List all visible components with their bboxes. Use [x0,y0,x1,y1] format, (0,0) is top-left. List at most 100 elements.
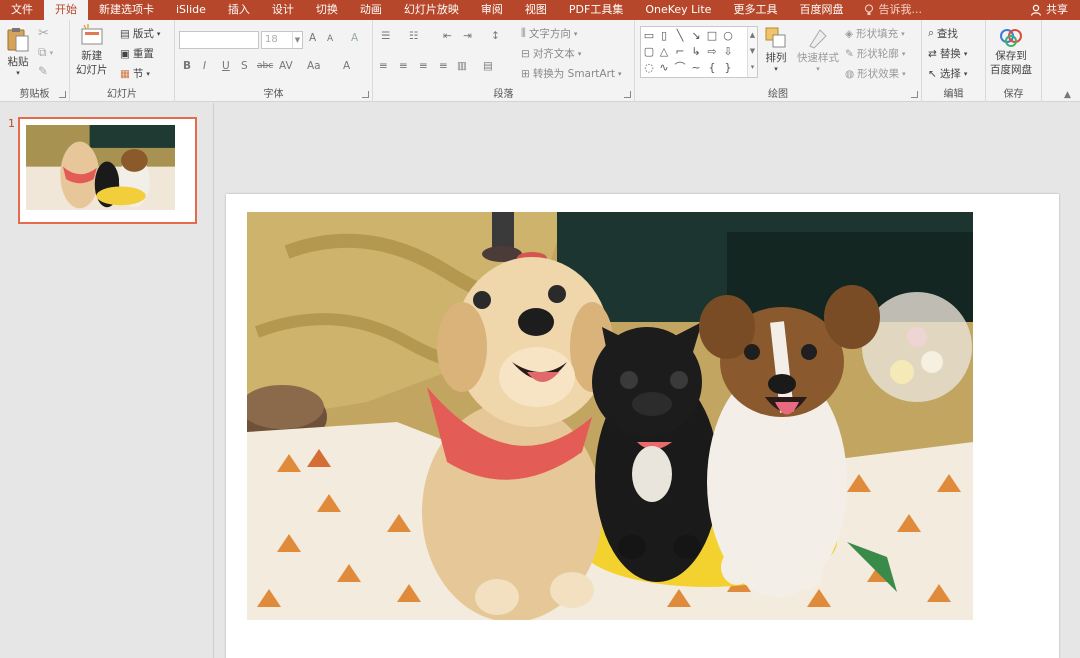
change-case-button[interactable]: Aa [307,60,321,72]
line-spacing-icon[interactable]: ↕ [491,30,500,42]
arc-icon[interactable]: ⌒ [673,61,687,75]
format-painter-button[interactable]: ✎ [38,64,48,78]
collapse-ribbon-icon[interactable]: ▲ [1064,90,1071,100]
tab-slideshow[interactable]: 幻灯片放映 [393,0,470,20]
layout-button[interactable]: ▤ 版式 ▾ [120,26,160,41]
grow-font-button[interactable]: A [309,32,316,44]
cut-button[interactable]: ✂ [38,26,49,41]
select-label: 选择 [939,68,961,80]
tab-baidu-netdisk[interactable]: 百度网盘 [788,0,854,20]
effects-icon: ◍ [845,67,855,80]
shape-effects-button[interactable]: ◍ 形状效果 ▾ [845,66,906,81]
increase-indent-icon[interactable]: ⇥ [463,30,472,42]
tab-more-tools[interactable]: 更多工具 [722,0,788,20]
smartart-label: 转换为 SmartArt [532,68,616,80]
align-left-icon[interactable]: ≡ [379,60,388,72]
decrease-indent-icon[interactable]: ⇤ [443,30,452,42]
tab-design[interactable]: 设计 [261,0,305,20]
select-button[interactable]: ↖ 选择 ▾ [928,66,967,81]
tab-onekey-lite[interactable]: OneKey Lite [634,0,722,20]
italic-button[interactable]: I [203,60,206,72]
chevron-down-icon: ▾ [618,69,622,78]
convert-smartart-button[interactable]: ⊞ 转换为 SmartArt ▾ [521,66,622,81]
tab-transitions[interactable]: 切换 [305,0,349,20]
dialog-launcher-icon[interactable] [911,91,918,98]
quick-styles-button[interactable]: 快速样式 ▾ [797,26,839,73]
tab-insert[interactable]: 插入 [217,0,261,20]
save-to-baidu-button[interactable]: 保存到 百度网盘 [990,26,1032,76]
new-slide-label-1: 新建 [81,50,103,62]
bold-button[interactable]: B [183,60,191,72]
chevron-up-icon[interactable]: ▲ [748,27,757,43]
triangle-icon[interactable]: △ [657,45,671,59]
align-right-icon[interactable]: ≡ [419,60,428,72]
section-button[interactable]: ▦ 节 ▾ [120,66,150,81]
tab-file[interactable]: 文件 [0,0,44,20]
group-label-paragraph: 段落 [493,89,514,100]
clear-format-button[interactable]: A [351,32,358,44]
justify-icon[interactable]: ≡ [439,60,448,72]
copy-button[interactable]: ⧉ ▾ [38,45,53,60]
slide-photo[interactable] [247,212,973,620]
paste-button[interactable]: 粘贴 ▾ [5,26,31,77]
tab-review[interactable]: 审阅 [470,0,514,20]
font-size-select[interactable]: 18 ▼ [261,31,303,49]
right-brace-icon[interactable]: } [721,61,735,75]
text-box-icon[interactable]: ▭ [642,29,656,43]
align-text-label: 对齐文本 [532,48,575,60]
numbering-icon[interactable]: ☷ [409,30,418,42]
font-color-button[interactable]: A [343,60,350,72]
distribute-icon[interactable]: ▥ [457,60,467,72]
tab-islide[interactable]: iSlide [165,0,217,20]
char-spacing-button[interactable]: AV [279,60,293,72]
right-arrow-icon[interactable]: ⇨ [705,45,719,59]
dialog-launcher-icon[interactable] [362,91,369,98]
line-icon[interactable]: ╲ [673,29,687,43]
gallery-scrollbar[interactable]: ▲ ▼ ▾ [747,27,757,77]
dialog-launcher-icon[interactable] [59,91,66,98]
elbow-arrow-icon[interactable]: ↳ [689,45,703,59]
left-brace-icon[interactable]: { [705,61,719,75]
arrange-button[interactable]: 排列 ▾ [764,26,788,73]
chevron-down-icon: ▾ [963,69,968,78]
new-slide-button[interactable]: 新建 幻灯片 [76,24,108,76]
reset-button[interactable]: ▣ 重置 [120,46,154,61]
rectangle-icon[interactable]: □ [705,29,719,43]
strikethrough-button[interactable]: abc [257,61,273,71]
elbow-connector-icon[interactable]: ⌐ [673,45,687,59]
shrink-font-button[interactable]: A [327,34,333,44]
tab-pdf-tools[interactable]: PDF工具集 [558,0,634,20]
font-name-select[interactable] [179,31,259,49]
rounded-rect-icon[interactable]: ▢ [642,45,656,59]
replace-button[interactable]: ⇄ 替换 ▾ [928,46,967,61]
oval-icon[interactable]: ○ [721,29,735,43]
align-center-icon[interactable]: ≡ [399,60,408,72]
bullets-icon[interactable]: ☰ [381,30,390,42]
share-button[interactable]: 共享 [1030,0,1068,20]
more-icon[interactable]: ▾ [748,59,757,75]
shadow-button[interactable]: S [241,60,248,72]
shape-outline-button[interactable]: ✎ 形状轮廓 ▾ [845,46,905,61]
underline-button[interactable]: U [222,60,230,72]
shapes-gallery[interactable]: ▭ ▯ ╲ ↘ □ ○ ▢ △ ⌐ ↳ ⇨ ⇩ ◌ ∿ ⌒ ~ { } ▲ ▼ … [640,26,758,78]
freeform-icon[interactable]: ◌ [642,61,656,75]
dialog-launcher-icon[interactable] [624,91,631,98]
columns-icon[interactable]: ▤ [483,60,493,72]
vertical-text-box-icon[interactable]: ▯ [657,29,671,43]
down-arrow-icon[interactable]: ⇩ [721,45,735,59]
tab-view[interactable]: 视图 [514,0,558,20]
align-text-button[interactable]: ⊟ 对齐文本 ▾ [521,46,581,61]
shape-fill-button[interactable]: ◈ 形状填充 ▾ [845,26,905,41]
tab-home[interactable]: 开始 [44,0,88,20]
wave-icon[interactable]: ~ [689,61,703,75]
curve-icon[interactable]: ∿ [657,61,671,75]
text-direction-button[interactable]: ⫼ 文字方向 ▾ [521,26,577,41]
find-button[interactable]: ⌕ 查找 [928,26,958,41]
chevron-down-icon[interactable]: ▼ [748,43,757,59]
slide-canvas[interactable] [226,194,1059,658]
tab-animations[interactable]: 动画 [349,0,393,20]
slide-thumbnail[interactable] [18,117,197,224]
tell-me-box[interactable]: 告诉我... [854,0,922,20]
tab-new-tab[interactable]: 新建选项卡 [88,0,165,20]
arrow-line-icon[interactable]: ↘ [689,29,703,43]
